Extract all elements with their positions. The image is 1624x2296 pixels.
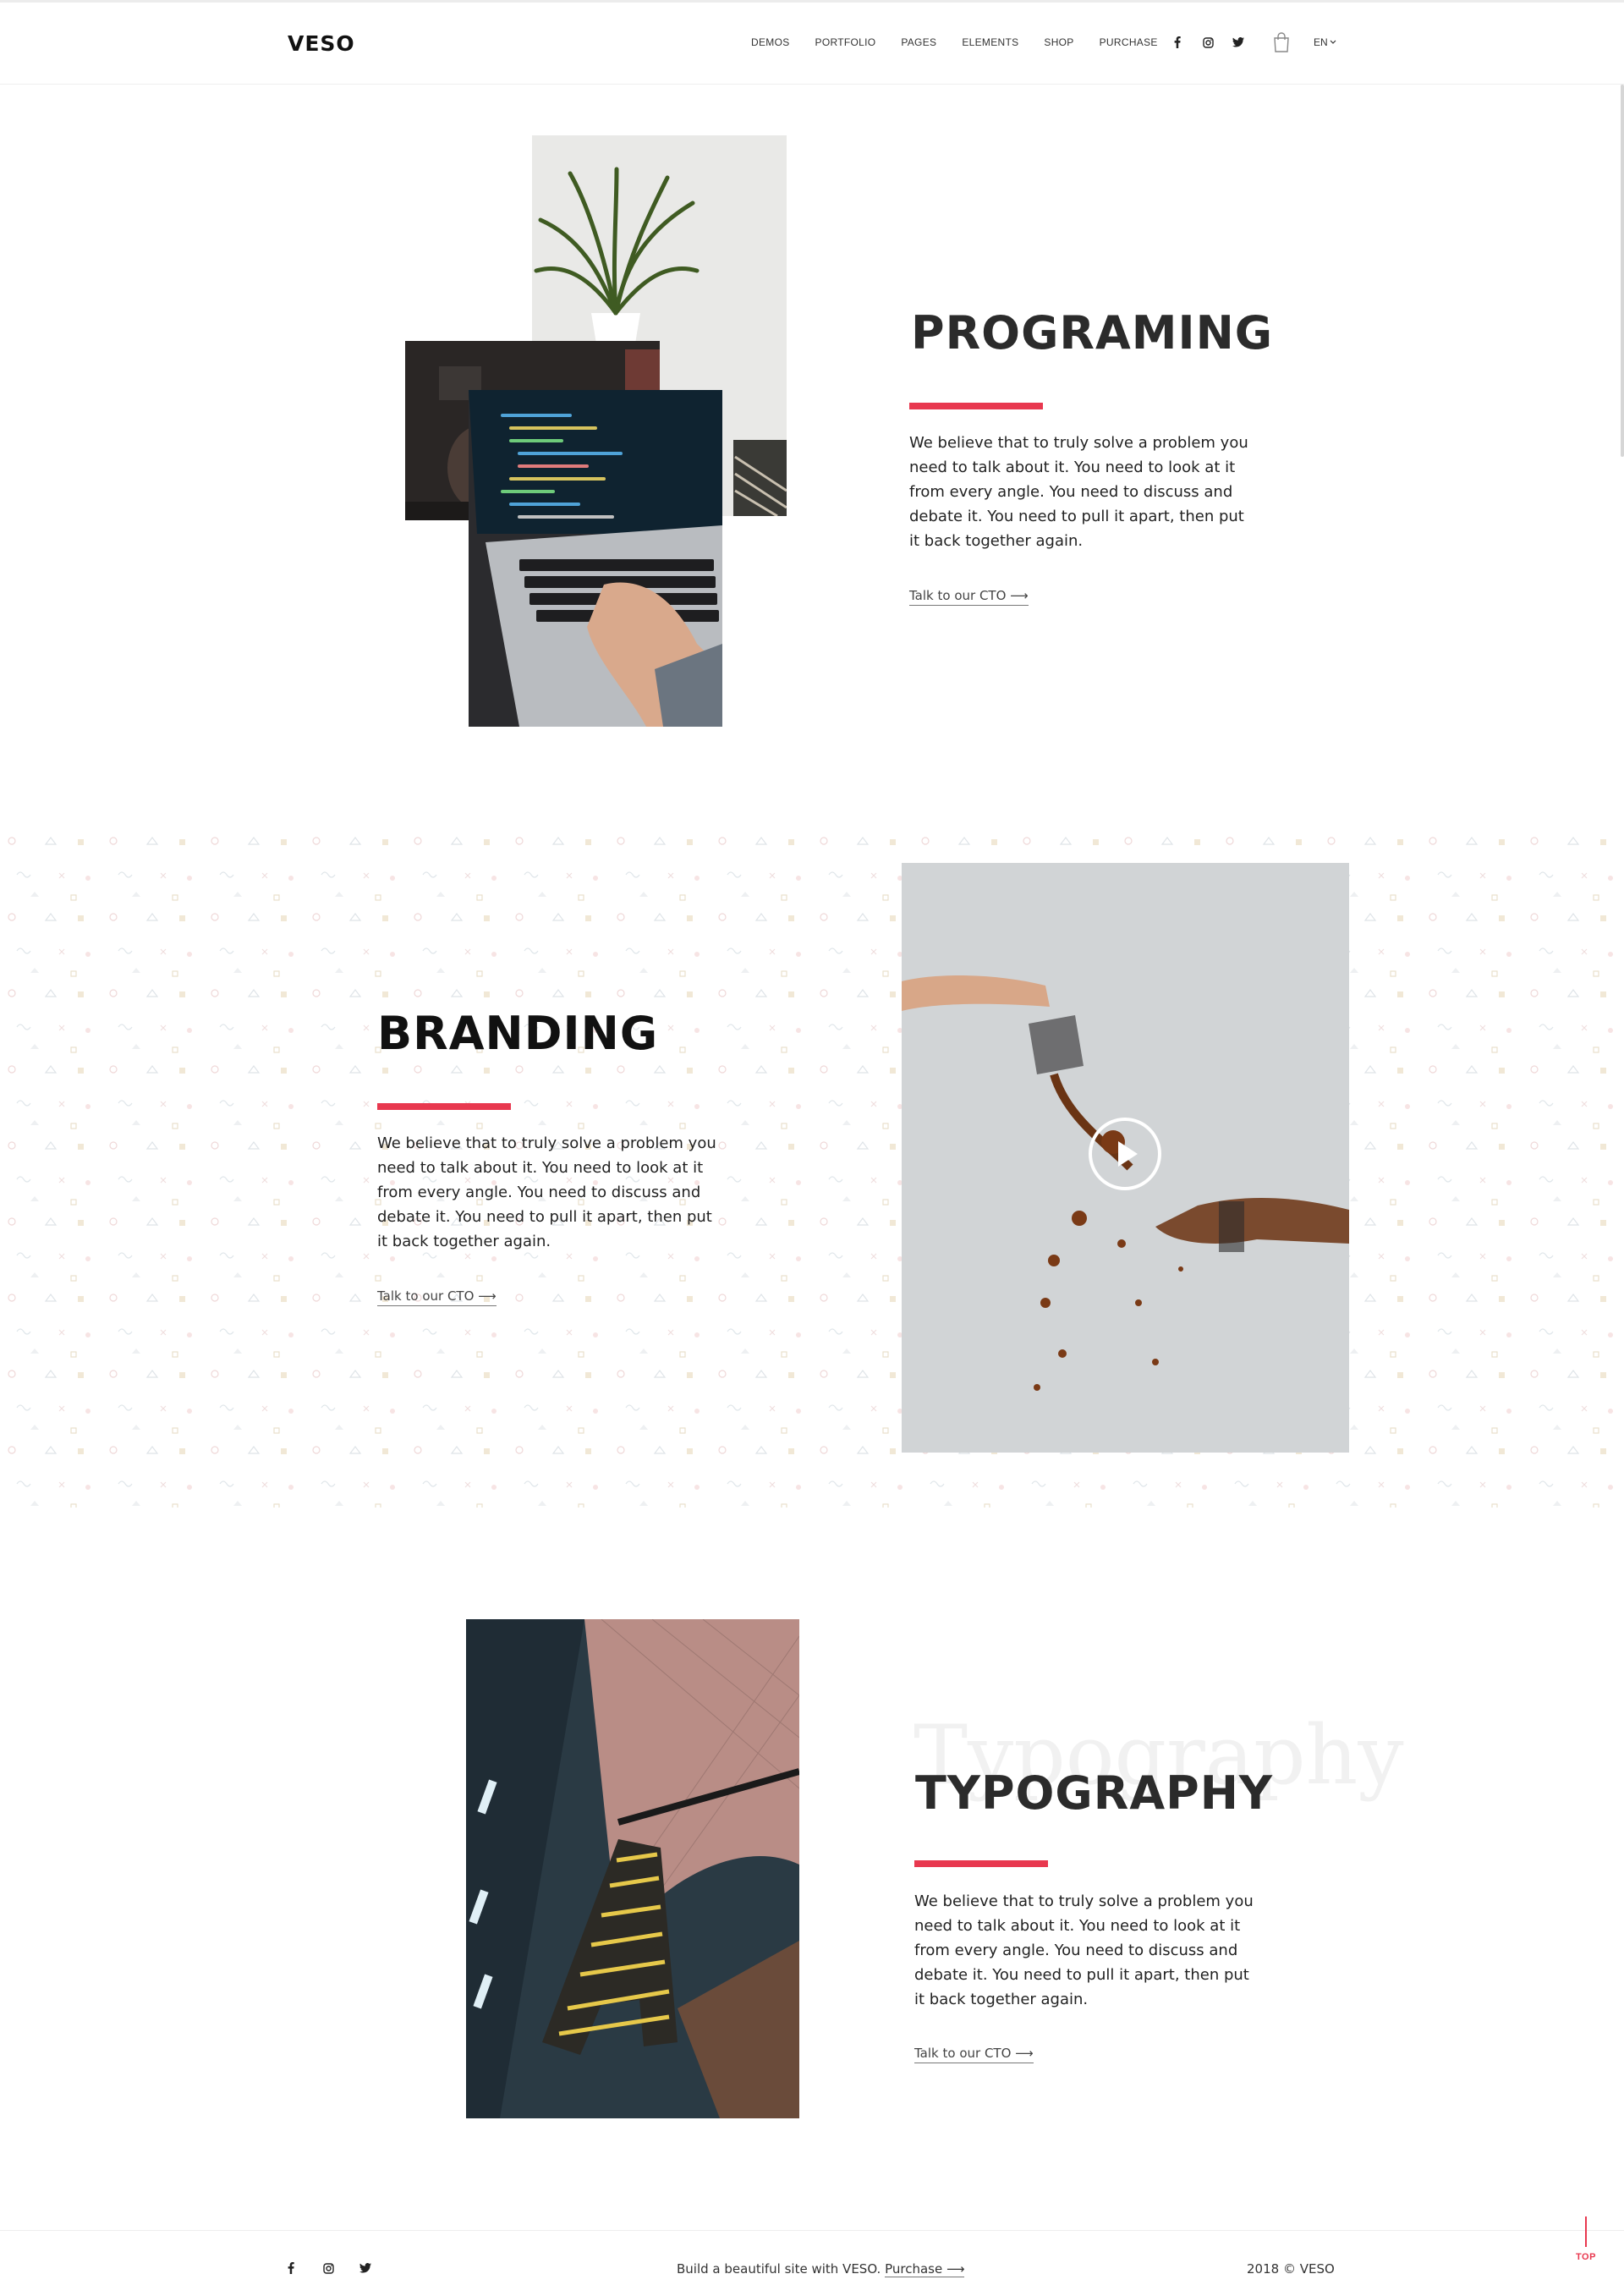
coffee-pour-video[interactable]: [902, 863, 1349, 1453]
nav-demos[interactable]: DEMOS: [751, 36, 790, 48]
talk-to-cto-link[interactable]: Talk to our CTO ⟶: [909, 588, 1029, 606]
site-logo[interactable]: VESO: [288, 31, 355, 56]
instagram-icon[interactable]: [321, 2261, 335, 2275]
language-label: EN: [1314, 36, 1328, 48]
main-nav: DEMOS PORTFOLIO PAGES ELEMENTS SHOP PURC…: [751, 36, 1158, 48]
laptop-photo: [469, 390, 722, 727]
facebook-icon[interactable]: [284, 2261, 298, 2275]
language-selector[interactable]: EN: [1314, 36, 1336, 48]
talk-to-cto-link[interactable]: Talk to our CTO ⟶: [914, 2046, 1034, 2063]
nav-elements[interactable]: ELEMENTS: [962, 36, 1018, 48]
neon-sign-photo: [466, 1619, 799, 2118]
heading-accent-bar: [377, 1103, 511, 1110]
back-to-top-line: [1585, 2216, 1587, 2247]
site-footer: Build a beautiful site with VESO. Purcha…: [0, 2230, 1624, 2296]
talk-to-cto-link[interactable]: Talk to our CTO ⟶: [377, 1288, 497, 1306]
heading-accent-bar: [909, 403, 1043, 409]
nav-shop[interactable]: SHOP: [1044, 36, 1073, 48]
section-text: We believe that to truly solve a problem…: [914, 1892, 1254, 2008]
twitter-icon[interactable]: [1232, 36, 1245, 49]
footer-tagline: Build a beautiful site with VESO. Purcha…: [677, 2261, 965, 2277]
nav-purchase[interactable]: PURCHASE: [1100, 36, 1158, 48]
nav-pages[interactable]: PAGES: [901, 36, 936, 48]
chevron-down-icon: [1330, 40, 1336, 44]
back-to-top-button[interactable]: TOP: [1573, 2216, 1599, 2267]
section-text: We believe that to truly solve a problem…: [377, 1134, 716, 1250]
play-icon[interactable]: [1087, 1116, 1163, 1192]
instagram-icon[interactable]: [1201, 36, 1215, 49]
footer-copyright: 2018 © VESO: [1247, 2261, 1335, 2277]
page-scrollbar[interactable]: [1621, 85, 1624, 457]
section-heading: BRANDING: [377, 1007, 659, 1060]
footer-purchase-link[interactable]: Purchase ⟶: [885, 2261, 965, 2277]
footer-social-links: [284, 2261, 372, 2275]
twitter-icon[interactable]: [359, 2261, 372, 2275]
heading-accent-bar: [914, 1860, 1048, 1867]
nav-portfolio[interactable]: PORTFOLIO: [815, 36, 876, 48]
footer-tagline-text: Build a beautiful site with VESO.: [677, 2261, 881, 2277]
section-heading: TYPOGRAPHY: [915, 1766, 1273, 1820]
back-to-top-label: TOP: [1576, 2252, 1596, 2262]
facebook-icon[interactable]: [1171, 36, 1184, 49]
section-heading: PROGRAMING: [911, 306, 1274, 360]
decorative-pattern-background: [0, 831, 1624, 1508]
site-header: VESO DEMOS PORTFOLIO PAGES ELEMENTS SHOP…: [0, 3, 1624, 85]
section-text: We believe that to truly solve a problem…: [909, 434, 1248, 550]
header-social-links: [1171, 36, 1245, 49]
shopping-bag-icon[interactable]: [1272, 32, 1291, 52]
